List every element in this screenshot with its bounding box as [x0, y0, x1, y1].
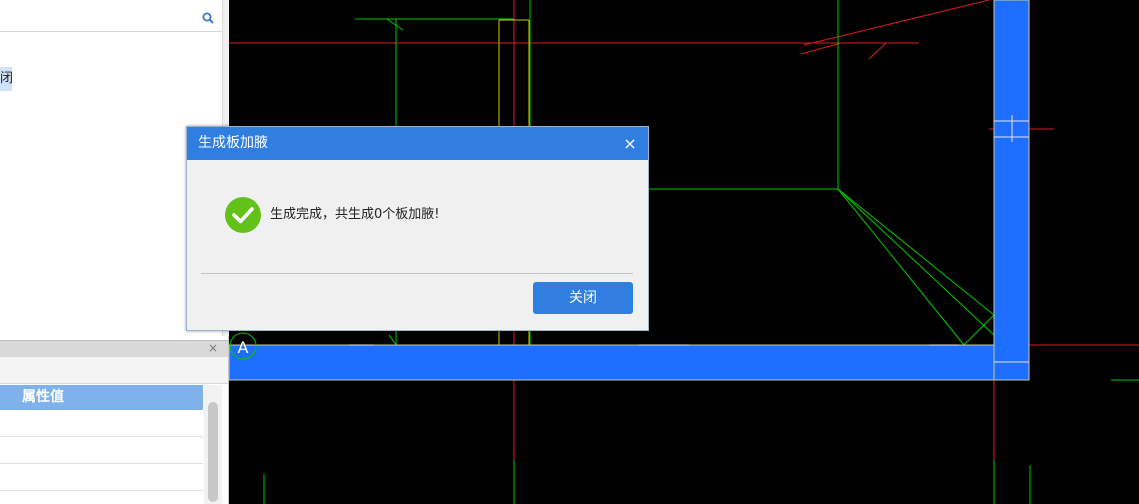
- generate-slab-haunch-dialog: 生成板加腋 × 生成完成，共生成0个板加腋! 关闭: [186, 126, 649, 331]
- properties-column-header: 属性值: [0, 385, 203, 410]
- search-icon[interactable]: [202, 12, 214, 24]
- dialog-message: 生成完成，共生成0个板加腋!: [270, 207, 440, 222]
- wall-horizontal[interactable]: [229, 344, 1030, 381]
- wall-vertical[interactable]: [993, 0, 1030, 381]
- dialog-divider: [201, 273, 633, 274]
- properties-panel-header: [0, 340, 228, 357]
- properties-toolbar: [0, 357, 228, 384]
- tree-item-label: 闭: [0, 71, 12, 86]
- properties-close-icon[interactable]: ×: [206, 340, 220, 356]
- dialog-title: 生成板加腋: [198, 135, 268, 151]
- dialog-titlebar[interactable]: 生成板加腋 ×: [187, 127, 648, 160]
- property-value-header: 属性值: [22, 389, 64, 405]
- properties-scrollbar-thumb[interactable]: [208, 402, 218, 502]
- tree-item-selected[interactable]: 闭: [0, 67, 12, 91]
- dialog-close-icon[interactable]: ×: [618, 127, 642, 160]
- close-button[interactable]: 关闭: [533, 282, 633, 314]
- search-input[interactable]: [0, 7, 222, 32]
- success-check-icon: [225, 197, 261, 233]
- property-row[interactable]: [0, 410, 203, 437]
- property-row[interactable]: [0, 437, 203, 464]
- axis-label-a: A: [238, 338, 249, 357]
- property-row[interactable]: [0, 464, 203, 491]
